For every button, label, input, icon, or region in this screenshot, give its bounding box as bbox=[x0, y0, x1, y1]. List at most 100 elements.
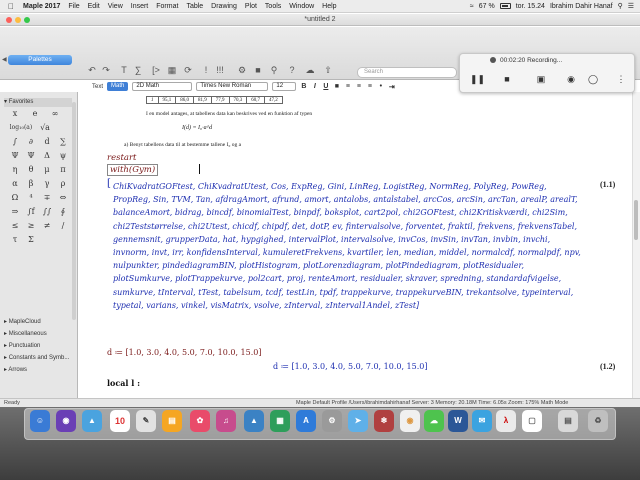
menu-edit[interactable]: Edit bbox=[88, 0, 100, 13]
acrobat-icon[interactable]: λ bbox=[496, 410, 516, 432]
align-center-icon[interactable]: ≡ bbox=[355, 83, 362, 90]
palette-symbol[interactable]: ρ bbox=[56, 178, 70, 189]
menu-insert[interactable]: Insert bbox=[131, 0, 149, 13]
mail-icon[interactable]: ✉ bbox=[472, 410, 492, 432]
wifi-icon[interactable]: ≈ bbox=[470, 0, 474, 13]
execute-icon[interactable]: ! bbox=[200, 65, 212, 76]
menu-file[interactable]: File bbox=[68, 0, 79, 13]
audio-icon[interactable]: ◉ bbox=[564, 72, 578, 86]
palette-symbol[interactable]: ≥ bbox=[24, 220, 38, 231]
math-mode-toggle[interactable]: Math bbox=[107, 82, 129, 91]
battery-icon[interactable] bbox=[499, 3, 511, 9]
chrome-icon[interactable]: ◉ bbox=[400, 410, 420, 432]
more-options-icon[interactable]: ⋮ bbox=[614, 72, 628, 86]
palette-symbol[interactable]: ⇒ bbox=[8, 206, 22, 217]
equation-label-2[interactable]: (1.2) bbox=[600, 362, 615, 371]
zoom-icon[interactable]: ⚲ bbox=[268, 65, 280, 76]
user-name[interactable]: Ibrahim Dahir Hanaf bbox=[550, 0, 613, 13]
pause-button[interactable]: ❚❚ bbox=[470, 72, 485, 86]
underline-button[interactable]: U bbox=[322, 83, 329, 90]
webcam-icon[interactable]: ▣ bbox=[534, 72, 548, 86]
palette-symbol[interactable]: ⇔ bbox=[56, 192, 70, 203]
numbers-icon[interactable]: ▦ bbox=[270, 410, 290, 432]
palette-symbol[interactable]: e bbox=[28, 108, 42, 119]
palette-symbol[interactable]: π bbox=[56, 164, 70, 175]
apple-icon[interactable]:  bbox=[8, 0, 16, 13]
equation-label-1[interactable]: (1.1) bbox=[600, 180, 615, 189]
cloud-icon[interactable]: ☁ bbox=[304, 65, 316, 76]
collapse-palette-icon[interactable]: ◀ bbox=[2, 56, 7, 63]
system-preferences-icon[interactable]: ⚙ bbox=[322, 410, 342, 432]
align-right-icon[interactable]: ≡ bbox=[366, 83, 373, 90]
search-input[interactable]: Search bbox=[357, 67, 457, 78]
palette-symbol[interactable]: ≠ bbox=[40, 220, 54, 231]
restart-command[interactable]: restart bbox=[107, 153, 136, 163]
d-assignment-input[interactable]: d ≔ [1.0, 3.0, 4.0, 5.0, 7.0, 10.0, 15.0… bbox=[107, 348, 261, 357]
menu-help[interactable]: Help bbox=[322, 0, 336, 13]
minimize-window-button[interactable] bbox=[15, 17, 21, 23]
palette-symbol[interactable]: ∮ bbox=[56, 206, 70, 217]
italic-button[interactable]: I bbox=[311, 83, 318, 90]
with-command[interactable]: with(Gym) bbox=[107, 164, 159, 176]
palette-symbol[interactable]: ∫f bbox=[24, 206, 38, 217]
palette-symbol[interactable]: / bbox=[56, 220, 70, 231]
bold-button[interactable]: B bbox=[300, 83, 307, 90]
close-window-button[interactable] bbox=[6, 17, 12, 23]
menu-window[interactable]: Window bbox=[289, 0, 314, 13]
palette-symbol[interactable]: γ bbox=[40, 178, 54, 189]
menu-view[interactable]: View bbox=[108, 0, 123, 13]
palette-favorites[interactable]: ▾ Favorites bbox=[4, 98, 72, 107]
palette-symbol[interactable]: x bbox=[8, 108, 22, 119]
palettes-button[interactable]: Palettes bbox=[8, 55, 72, 65]
forward-arrow-icon[interactable]: ↷ bbox=[100, 65, 112, 76]
photos-icon[interactable]: ✿ bbox=[190, 410, 210, 432]
palette-symbol[interactable]: β bbox=[24, 178, 38, 189]
safari-icon[interactable]: ➤ bbox=[348, 410, 368, 432]
preview-icon[interactable]: ▢ bbox=[522, 410, 542, 432]
back-arrow-icon[interactable]: ↶ bbox=[86, 65, 98, 76]
palette-symbol[interactable]: Σ bbox=[24, 234, 38, 245]
palette-symbol[interactable]: √a bbox=[38, 122, 52, 133]
list-icon[interactable]: • bbox=[377, 83, 384, 90]
execute-all-icon[interactable]: !!! bbox=[214, 65, 226, 76]
palette-symbol[interactable]: ∫ bbox=[8, 136, 22, 147]
palette-symbol[interactable]: ⁴ bbox=[24, 192, 38, 203]
menu-table[interactable]: Table bbox=[186, 0, 203, 13]
launchpad-icon[interactable]: ▲ bbox=[82, 410, 102, 432]
palette-symbol[interactable]: Δ bbox=[40, 150, 54, 161]
local-command[interactable]: local l : bbox=[107, 378, 140, 388]
screen-record-icon[interactable]: ◯ bbox=[586, 72, 600, 86]
stop-recording-button[interactable]: ■ bbox=[500, 72, 514, 86]
itunes-icon[interactable]: ♫ bbox=[216, 410, 236, 432]
palette-symbol[interactable]: Ψ bbox=[8, 150, 22, 161]
worksheet-scrollbar[interactable] bbox=[632, 92, 640, 398]
execution-group-icon[interactable]: [> bbox=[150, 65, 162, 76]
font-select[interactable]: Times New Roman bbox=[196, 82, 269, 91]
palette-symbol[interactable]: θ bbox=[24, 164, 38, 175]
trash-icon[interactable]: ♻ bbox=[588, 410, 608, 432]
palette-symbol[interactable]: ∂ bbox=[24, 136, 38, 147]
worksheet-scroll-thumb[interactable] bbox=[634, 200, 638, 240]
palette-symbol[interactable]: ∫∫ bbox=[40, 206, 54, 217]
color-icon[interactable]: ■ bbox=[333, 83, 340, 90]
align-left-icon[interactable]: ≡ bbox=[344, 83, 351, 90]
palette-scrollbar[interactable] bbox=[72, 102, 76, 320]
math-mode-icon[interactable]: ∑ bbox=[132, 65, 144, 76]
menu-format[interactable]: Format bbox=[156, 0, 178, 13]
palette-symbol[interactable]: ∓ bbox=[40, 192, 54, 203]
palette-symbol[interactable]: μ bbox=[40, 164, 54, 175]
app-store-icon[interactable]: A bbox=[296, 410, 316, 432]
section-icon[interactable]: ▦ bbox=[166, 65, 178, 76]
help-icon[interactable]: ? bbox=[286, 65, 298, 76]
text-mode-label[interactable]: Text bbox=[92, 84, 103, 90]
palette-symbol[interactable]: τ bbox=[8, 234, 22, 245]
palette-symbol[interactable]: ψ bbox=[56, 150, 70, 161]
stop-icon[interactable]: ■ bbox=[252, 65, 264, 76]
menu-tools[interactable]: Tools bbox=[265, 0, 281, 13]
palette-arrows[interactable]: ▸ Arrows bbox=[4, 366, 72, 375]
menu-app[interactable]: Maple 2017 bbox=[23, 0, 60, 13]
palette-constants[interactable]: ▸ Constants and Symb... bbox=[4, 354, 72, 363]
worksheet[interactable]: 1 95,1 86,0 81,9 77,9 70,3 60,7 47,2 I e… bbox=[79, 92, 632, 398]
menu-drawing[interactable]: Drawing bbox=[211, 0, 237, 13]
palette-symbol[interactable]: Ω bbox=[8, 192, 22, 203]
